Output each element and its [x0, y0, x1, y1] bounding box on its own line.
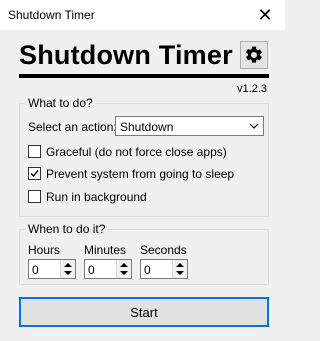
minutes-value: 0 — [88, 263, 95, 277]
window-title: Shutdown Timer — [8, 8, 95, 22]
spin-up-icon[interactable] — [64, 263, 72, 267]
seconds-spin-buttons[interactable] — [172, 260, 187, 278]
action-label: Select an action: — [28, 120, 117, 134]
run-background-checkbox-label: Run in background — [46, 190, 147, 204]
hours-value: 0 — [32, 263, 39, 277]
run-background-checkbox[interactable] — [28, 190, 41, 203]
prevent-sleep-checkbox[interactable] — [28, 167, 41, 180]
prevent-sleep-checkbox-label: Prevent system from going to sleep — [46, 167, 235, 181]
settings-button[interactable] — [240, 41, 268, 69]
minutes-spin-buttons[interactable] — [116, 260, 131, 278]
hours-stepper[interactable]: 0 — [28, 259, 76, 279]
header-divider — [19, 74, 269, 78]
action-select-value: Shutdown — [120, 120, 174, 134]
app-heading: Shutdown Timer — [19, 40, 233, 70]
minutes-label: Minutes — [84, 243, 127, 257]
graceful-checkbox-label: Graceful (do not force close apps) — [46, 145, 227, 159]
graceful-checkbox[interactable] — [28, 145, 41, 158]
when-to-do-legend: When to do it? — [26, 222, 108, 236]
version-label: v1.2.3 — [237, 83, 267, 95]
title-bar: Shutdown Timer ✕ — [0, 0, 285, 30]
checkmark-icon — [30, 170, 39, 178]
close-icon: ✕ — [257, 4, 273, 25]
spin-up-icon[interactable] — [120, 263, 128, 267]
hours-label: Hours — [28, 243, 61, 257]
spin-down-icon[interactable] — [176, 271, 184, 275]
hours-spin-buttons[interactable] — [60, 260, 75, 278]
close-button[interactable]: ✕ — [245, 0, 285, 30]
gear-icon — [246, 46, 262, 63]
seconds-value: 0 — [144, 263, 151, 277]
chevron-down-icon — [249, 123, 259, 129]
spin-up-icon[interactable] — [176, 263, 184, 267]
action-select[interactable]: Shutdown — [115, 116, 264, 136]
seconds-label: Seconds — [140, 243, 187, 257]
start-button[interactable]: Start — [19, 297, 269, 327]
spin-down-icon[interactable] — [120, 271, 128, 275]
seconds-stepper[interactable]: 0 — [140, 259, 188, 279]
minutes-stepper[interactable]: 0 — [84, 259, 132, 279]
what-to-do-legend: What to do? — [26, 96, 95, 110]
spin-down-icon[interactable] — [64, 271, 72, 275]
